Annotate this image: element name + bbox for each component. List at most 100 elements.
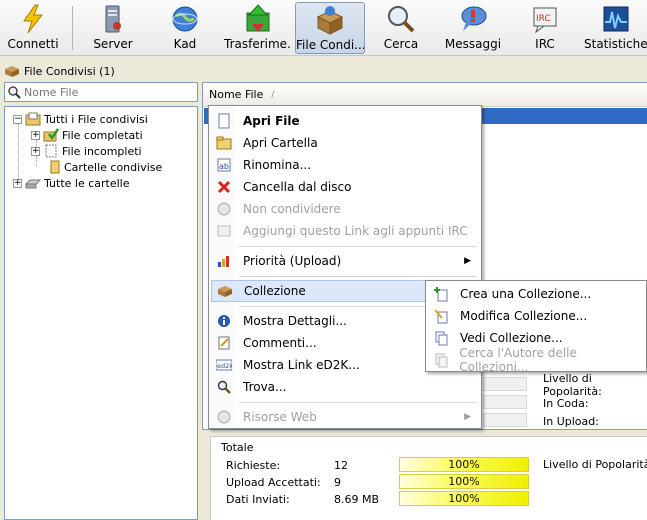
svg-text:ab: ab [219, 162, 229, 171]
toolbar-connect-button[interactable]: Connetti [0, 0, 66, 56]
search-icon [8, 85, 21, 99]
toolbar-label: Cerca [383, 37, 419, 51]
menu-item-delete[interactable]: Cancella dal disco [211, 176, 479, 198]
ed2k-icon: ed2k [216, 359, 232, 371]
tree-node-completed-files[interactable]: + File completati [31, 127, 143, 143]
svg-text:ed2k: ed2k [217, 362, 232, 370]
tree-node-incomplete-files[interactable]: + File incompleti [31, 143, 142, 159]
menu-item-find[interactable]: Trova... [211, 376, 479, 398]
main-toolbar: Connetti Server Kad Trasferime... File C… [0, 0, 647, 56]
toolbar-label: IRC [535, 37, 555, 51]
toolbar-shared-files-button[interactable]: File Condi... [295, 2, 365, 54]
totals-value: 12 [334, 458, 348, 472]
incomplete-file-icon [45, 144, 57, 158]
menu-item-label: Apri Cartella [243, 136, 318, 150]
toolbar-irc-button[interactable]: IRC IRC [512, 0, 578, 56]
totals-value: 9 [334, 475, 341, 489]
tree-node-all-shared[interactable]: − Tutti i File condivisi [13, 111, 148, 127]
folder-tree: − Tutti i File condivisi + File completa… [4, 106, 198, 520]
submenu-arrow-icon: ▶ [464, 256, 471, 266]
tree-line [18, 123, 19, 183]
shared-files-icon [5, 66, 19, 77]
toolbar-label: Server [93, 37, 133, 51]
collection-icon [218, 286, 232, 297]
tree-node-shared-folders[interactable]: Cartelle condivise [45, 159, 162, 175]
search-icon [217, 380, 231, 394]
transfer-icon [246, 4, 270, 32]
menu-item-unshare[interactable]: Non condividere [211, 198, 479, 220]
menu-item-label: Cerca l'Autore delle Collezioni... [459, 346, 577, 374]
svg-text:IRC: IRC [536, 14, 551, 24]
menu-item-open-file[interactable]: Apri File [211, 110, 479, 132]
menu-item-irc-link[interactable]: Aggiungi questo Link agli appunti IRC [211, 220, 479, 242]
toolbar-label: Messaggi [444, 37, 502, 51]
edit-collection-icon [434, 309, 448, 324]
delete-icon [217, 180, 231, 194]
irc-icon: IRC [533, 7, 557, 34]
collapse-icon[interactable]: − [13, 114, 22, 124]
toolbar-label: Connetti [7, 37, 59, 51]
totals-value: 8.69 MB [334, 492, 380, 506]
tree-node-label: File completati [62, 128, 143, 142]
requests-percent-bar: 100% [399, 457, 529, 472]
toolbar-messages-button[interactable]: Messaggi [440, 0, 506, 56]
menu-item-priority[interactable]: Priorità (Upload) ▶ [211, 250, 479, 272]
toolbar-server-button[interactable]: Server [80, 0, 146, 56]
menu-item-label: Modifica Collezione... [460, 309, 588, 323]
menu-item-label: Risorse Web [243, 410, 317, 424]
expand-icon[interactable]: + [13, 178, 22, 188]
folder-icon [50, 160, 60, 174]
tree-node-label: Cartelle condivise [64, 160, 163, 174]
menu-item-label: Apri File [243, 114, 300, 128]
menu-item-rename[interactable]: ab Rinomina... [211, 154, 479, 176]
globe-icon [172, 6, 198, 32]
menu-item-label: Rinomina... [243, 158, 312, 172]
statistics-icon [603, 6, 628, 32]
popularity-label: Livello di Popolarità: [543, 372, 602, 398]
collection-submenu: Crea una Collezione... Modifica Collezio… [425, 280, 647, 374]
expand-icon[interactable]: + [31, 146, 40, 156]
pane-title-text: File Condivisi (1) [24, 64, 115, 78]
menu-separator [239, 402, 477, 403]
shared-files-icon [316, 6, 344, 35]
menu-separator [239, 276, 477, 277]
priority-icon [218, 256, 229, 267]
irc-icon [217, 225, 231, 237]
totals-panel: Totale Richieste: 12 100% Upload Accetta… [210, 436, 647, 520]
menu-item-label: Collezione [244, 284, 306, 298]
menu-item-label: Commenti... [243, 336, 317, 350]
expand-icon[interactable]: + [31, 130, 40, 140]
toolbar-label: Trasferime... [224, 37, 292, 51]
completed-folder-icon [43, 128, 59, 142]
toolbar-statistics-button[interactable]: Statistiche [584, 0, 647, 56]
toolbar-transfers-button[interactable]: Trasferime... [224, 0, 292, 56]
search-globe-icon [388, 6, 415, 33]
tree-node-all-folders[interactable]: + Tutte le cartelle [13, 175, 130, 191]
folder-icon [216, 136, 232, 150]
menu-item-web-resources[interactable]: Risorse Web ▶ [211, 406, 479, 428]
menu-item-create-collection[interactable]: Crea una Collezione... [428, 283, 644, 305]
toolbar-label: Kad [173, 37, 197, 51]
shared-folder-icon [25, 112, 41, 126]
column-header-filename[interactable]: Nome File [209, 88, 263, 101]
queue-label: In Coda: [543, 396, 589, 410]
filename-filter-input[interactable] [24, 85, 184, 99]
menu-separator [239, 246, 477, 247]
totals-row-accepted: Upload Accettati: 9 [226, 474, 396, 490]
totals-row-requests: Richieste: 12 [226, 457, 396, 473]
menu-item-label: Trova... [243, 380, 287, 394]
toolbar-search-button[interactable]: Cerca [368, 0, 434, 56]
view-collection-icon [435, 331, 448, 346]
menu-item-open-folder[interactable]: Apri Cartella [211, 132, 479, 154]
context-menu: Apri File Apri Cartella ab Rinomina... C… [208, 105, 482, 429]
upload-label: In Upload: [543, 414, 599, 428]
toolbar-separator [72, 6, 73, 50]
menu-item-search-collection-author[interactable]: Cerca l'Autore delle Collezioni... [428, 346, 644, 374]
toolbar-kad-button[interactable]: Kad [152, 0, 218, 56]
file-icon [218, 113, 230, 129]
new-collection-icon [434, 287, 448, 302]
menu-item-edit-collection[interactable]: Modifica Collezione... [428, 305, 644, 327]
menu-item-label: Aggiungi questo Link agli appunti IRC [243, 224, 468, 238]
unshare-icon [217, 202, 231, 216]
rename-icon: ab [217, 158, 231, 172]
